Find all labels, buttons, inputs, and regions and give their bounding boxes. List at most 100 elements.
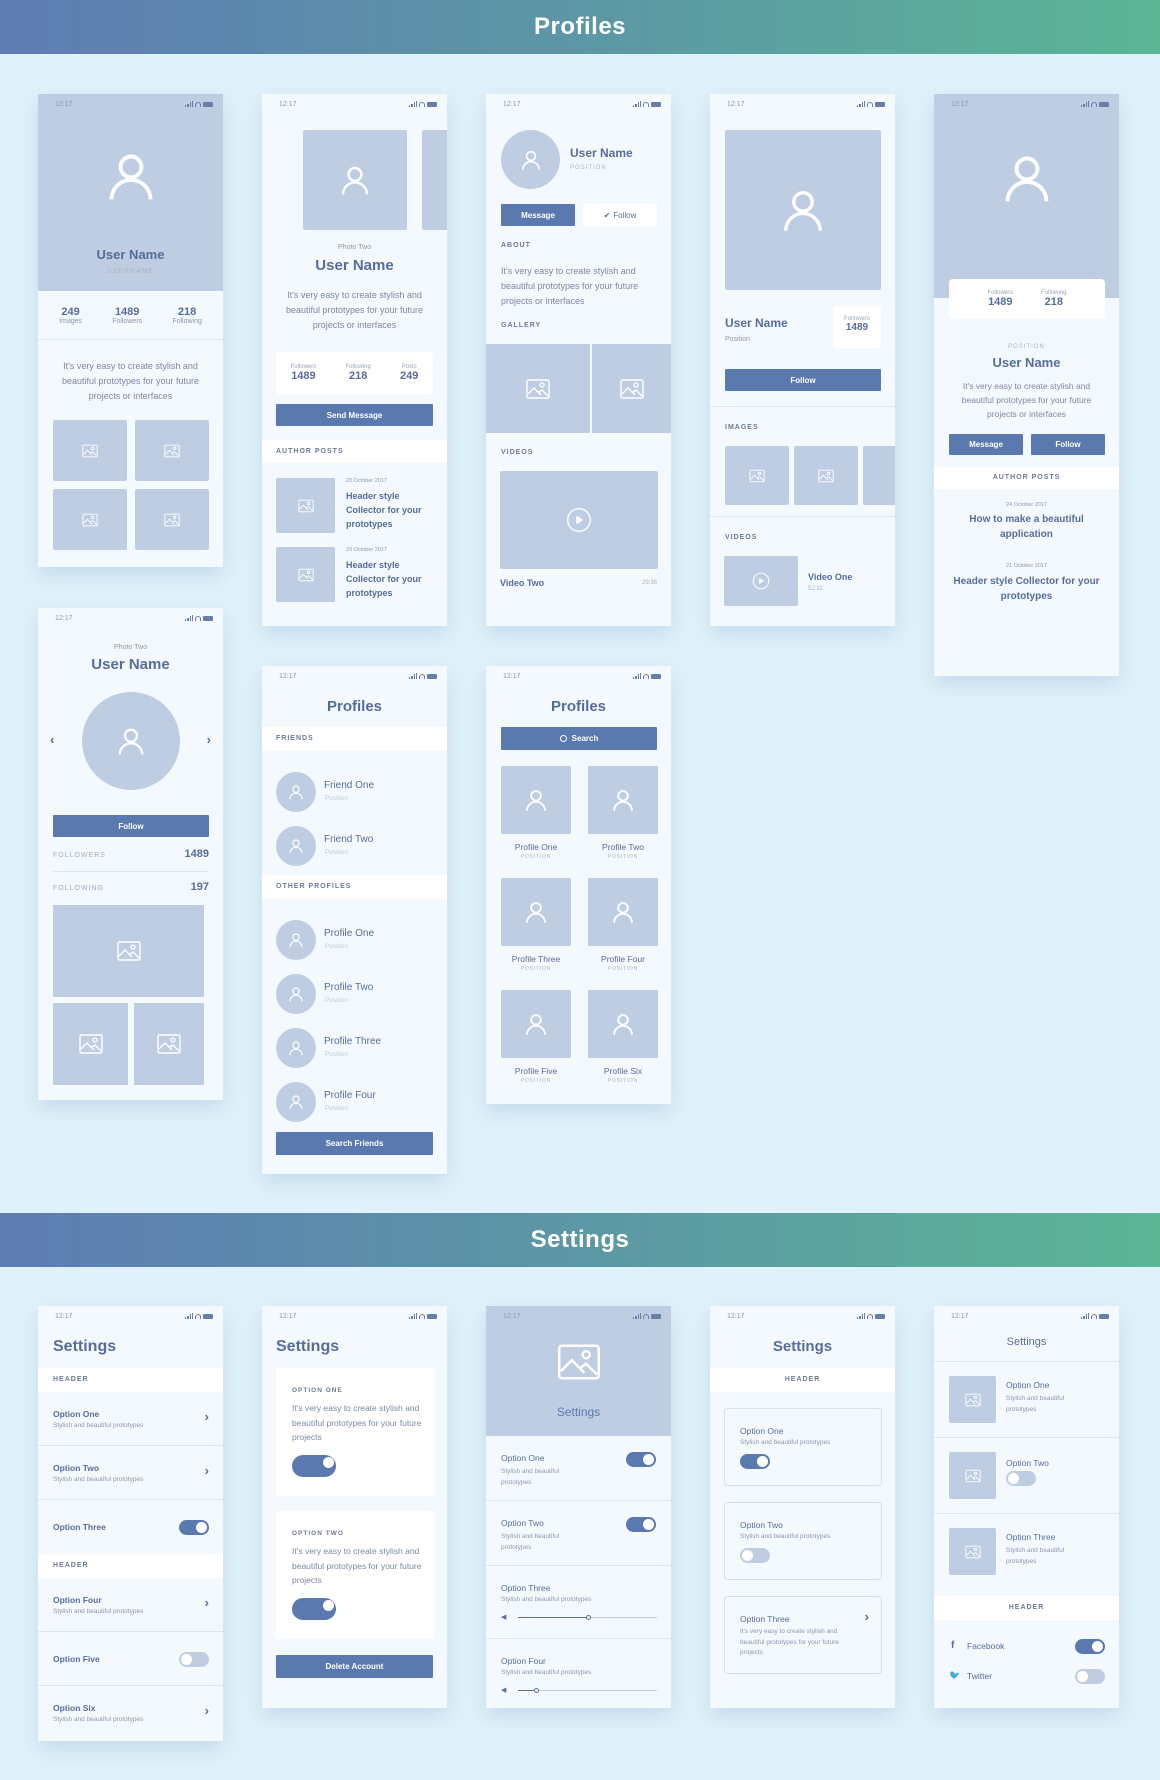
setting-option-three[interactable]: Option Three Stylish and beautiful proto… [934,1514,1119,1590]
page-title: Profiles [326,698,383,715]
photo-caption: Photo Two [114,644,147,651]
gallery-image[interactable] [863,446,895,505]
gallery-image[interactable] [135,489,209,550]
follow-button[interactable]: Follow [53,815,209,837]
following-count: 197 [190,881,209,893]
page-title: Settings [772,1338,833,1355]
slider-handle[interactable] [586,1615,591,1620]
slider-track[interactable] [518,1688,657,1693]
delete-account-button[interactable]: Delete Account [276,1655,433,1678]
section-images: IMAGES [725,424,759,431]
profile-card[interactable]: Profile Five POSITION [501,990,571,1090]
check-icon: ✔ [603,210,611,220]
setting-option-one[interactable]: Option One Stylish and beautiful prototy… [38,1392,223,1446]
user-icon [116,726,146,756]
list-item[interactable]: Profile Two Position [276,974,437,1016]
gallery-image[interactable] [134,1003,204,1085]
user-icon [611,900,635,924]
gallery-image[interactable] [725,446,789,505]
profile-card[interactable]: Profile Six POSITION [588,990,658,1090]
list-item[interactable]: Profile Four Position [276,1082,437,1124]
option-title: Option One [501,1453,545,1463]
profile-card[interactable]: Profile Three POSITION [501,878,571,978]
list-item[interactable]: Profile Three Position [276,1028,437,1070]
user-icon [288,932,304,948]
gallery-image[interactable] [794,446,858,505]
gallery-image[interactable] [53,1003,128,1085]
gallery-image[interactable] [592,344,671,433]
setting-option-six[interactable]: Option Six Stylish and beautiful prototy… [38,1686,223,1740]
profile-screen-2: 12:17 Photo Two User Name It's very easy… [262,94,447,626]
setting-option-four[interactable]: Option Four Stylish and beautiful protot… [38,1578,223,1632]
option-title: Option Two [501,1518,544,1528]
profile-name: Profile Two [324,982,374,993]
signal-icon [1081,1313,1089,1319]
post-item[interactable]: 23 October 2017 Header style Collector f… [276,547,439,604]
list-item[interactable]: Friend One Position [276,772,437,814]
post-title[interactable]: How to make a beautiful application [952,512,1101,542]
slider-handle[interactable] [534,1688,539,1693]
position: POSITION [570,165,607,171]
search-button[interactable]: Search [501,727,657,750]
profile-photo[interactable] [303,130,407,230]
gallery-image[interactable] [53,420,127,481]
toggle-twitter[interactable] [1075,1669,1105,1684]
profile-card[interactable]: Profile Four POSITION [588,878,658,978]
profile-card[interactable]: Profile One POSITION [501,766,571,866]
chevron-right-icon[interactable]: › [207,732,211,747]
follow-button[interactable]: Follow [1031,434,1105,455]
signal-icon [633,673,641,679]
settings-banner: Settings [0,1213,1160,1267]
slider-track[interactable] [518,1615,657,1620]
toggle-option-three[interactable] [179,1520,209,1535]
section-author-posts: AUTHOR POSTS [262,440,447,463]
profile-position: POSITION [607,854,639,860]
message-button[interactable]: Message [949,434,1023,455]
toggle-option-two[interactable] [1006,1471,1036,1486]
toggle-option-one[interactable] [292,1455,336,1477]
stat-following: 218 Following [172,306,202,325]
post-thumbnail [276,547,335,602]
follow-button[interactable]: ✔ Follow [583,204,657,226]
gallery-image[interactable] [53,489,127,550]
toggle[interactable] [626,1452,656,1467]
video-thumbnail[interactable] [500,471,658,569]
status-bar: 12:17 [934,94,1119,114]
search-icon [559,735,567,742]
toggle-option-two[interactable] [740,1548,770,1563]
profile-name: Profile Four [601,954,645,964]
option-card-three[interactable]: Option Three It's very easy to create st… [724,1596,882,1674]
list-item[interactable]: Friend Two Position [276,826,437,868]
option-card-one: Option One Stylish and beautiful prototy… [724,1408,882,1486]
toggle-option-one[interactable] [740,1454,770,1469]
message-button[interactable]: Message [501,204,575,226]
gallery-image[interactable] [486,344,590,433]
image-icon [117,941,141,961]
gallery-image[interactable] [53,905,204,997]
wifi-icon [195,615,201,621]
setting-option-two[interactable]: Option Two Stylish and beautiful prototy… [38,1446,223,1500]
image-icon [164,513,180,526]
post-title[interactable]: Header style Collector for your prototyp… [948,574,1105,604]
toggle-facebook[interactable] [1075,1639,1105,1654]
profile-screen-6: 12:17 Photo Two User Name ‹ › Follow FOL… [38,608,223,1100]
send-message-button[interactable]: Send Message [276,404,433,426]
toggle[interactable] [626,1517,656,1532]
post-item[interactable]: 23 October 2017 Header style Collector f… [276,478,439,535]
toggle-option-two[interactable] [292,1598,336,1620]
battery-icon [651,101,661,107]
search-friends-button[interactable]: Search Friends [276,1132,433,1155]
toggle-option-five[interactable] [179,1652,209,1667]
option-card-two: OPTION TWO It's very easy to create styl… [276,1511,434,1639]
video-thumbnail[interactable] [724,556,798,606]
list-item[interactable]: Profile One Position [276,920,437,962]
chevron-left-icon[interactable]: ‹ [50,732,54,747]
next-photo[interactable] [422,130,447,230]
video-title: Video Two [500,578,545,588]
settings-screen-3: 12:17 Settings Option One Stylish and bea… [486,1306,671,1708]
follow-button[interactable]: Follow [725,369,881,391]
gallery-image[interactable] [135,420,209,481]
profile-card[interactable]: Profile Two POSITION [588,766,658,866]
user-icon [339,164,371,196]
setting-option-one[interactable]: Option One Stylish and beautiful prototy… [934,1362,1119,1438]
